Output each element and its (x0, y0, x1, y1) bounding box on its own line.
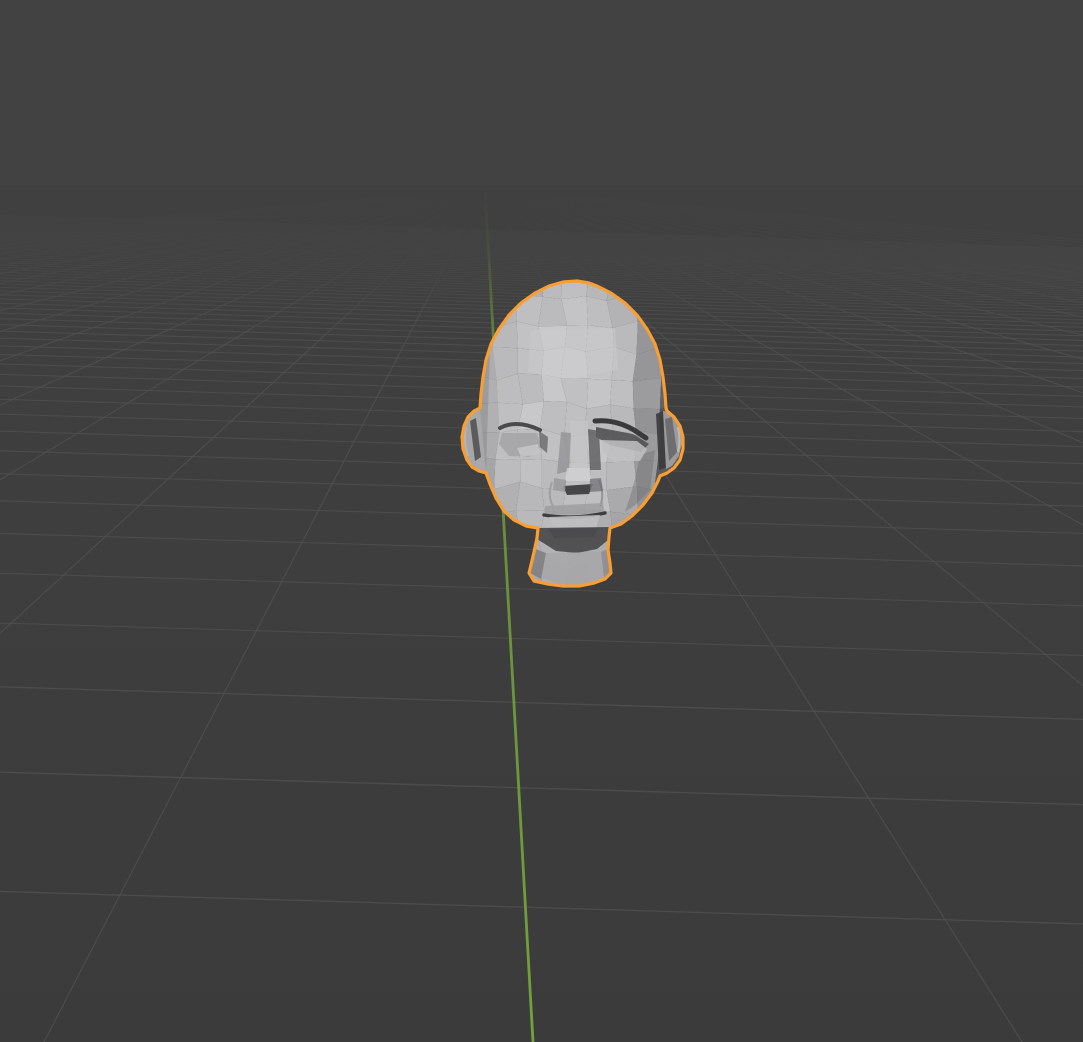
nose-tip (565, 468, 591, 481)
nose-bridge (570, 421, 588, 468)
nose-bridge-right-shadow (588, 429, 601, 470)
mesh-facet (610, 380, 634, 409)
3d-viewport[interactable] (0, 0, 1083, 1042)
viewport-canvas[interactable] (0, 0, 1083, 1042)
mesh-facet (586, 378, 612, 409)
neck-front (540, 552, 604, 584)
lower-lip (549, 515, 600, 529)
nose-wing-left (553, 478, 566, 492)
mesh-facet (632, 377, 662, 410)
forehead-highlight (528, 328, 618, 380)
mesh-facet (606, 461, 637, 491)
sky-background (0, 0, 1083, 192)
